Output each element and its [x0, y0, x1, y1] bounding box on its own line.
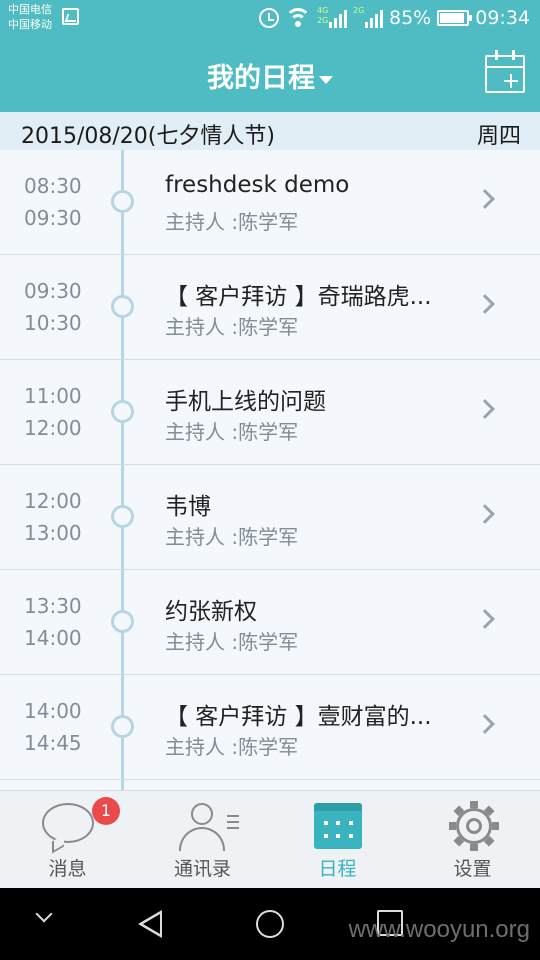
date-label: 2015/08/20(七夕情人节)	[21, 124, 275, 149]
battery-percent: 85%	[389, 7, 432, 29]
event-title: 韦博	[165, 494, 211, 520]
event-row[interactable]: 14:00 14:45 【 客户拜访 】壹财富的... 主持人 :陈学军	[0, 675, 540, 780]
chevron-right-icon	[475, 399, 495, 419]
event-end-time: 12:00	[24, 416, 82, 440]
event-row[interactable]: 09:30 10:30 【 客户拜访 】奇瑞路虎... 主持人 :陈学军	[0, 255, 540, 360]
alarm-icon	[259, 8, 279, 28]
event-end-time: 10:30	[24, 311, 82, 335]
timeline-dot-icon	[111, 400, 134, 423]
calendar-add-icon[interactable]	[485, 50, 525, 93]
caret-down-icon	[319, 75, 333, 84]
watermark: www.wooyun.org	[348, 916, 530, 943]
tab-label: 设置	[453, 858, 492, 880]
page-title-dropdown[interactable]: 我的日程	[0, 56, 540, 95]
chevron-right-icon	[475, 294, 495, 314]
wifi-icon	[285, 8, 311, 28]
calendar-icon	[314, 803, 362, 849]
event-host: 主持人 :陈学军	[165, 210, 299, 234]
gear-icon	[449, 801, 499, 851]
battery-icon	[437, 10, 473, 26]
event-title: 【 客户拜访 】壹财富的...	[165, 704, 432, 730]
chevron-right-icon	[475, 504, 495, 524]
status-icons: 4G 2G 2G 85% 09:34	[259, 4, 530, 32]
tab-contacts[interactable]: 通讯录	[135, 791, 270, 889]
event-start-time: 11:00	[24, 384, 82, 408]
event-end-time: 14:45	[24, 731, 82, 755]
contacts-icon	[177, 801, 239, 851]
net-tag-2: 2G	[353, 6, 365, 15]
event-start-time: 09:30	[24, 279, 82, 303]
hide-keyboard-icon[interactable]	[35, 905, 53, 923]
event-host: 主持人 :陈学军	[165, 630, 299, 654]
event-title: 约张新权	[165, 599, 257, 625]
chat-bubble-icon	[42, 803, 94, 843]
event-end-time: 09:30	[24, 206, 82, 230]
event-title: 手机上线的问题	[165, 389, 326, 415]
bottom-tab-bar: 1 消息 通讯录 日程 设置	[0, 790, 540, 888]
status-bar: 中国电信 中国移动 4G 2G 2G 85% 09:34	[0, 0, 540, 38]
carrier-names: 中国电信 中国移动	[8, 2, 52, 32]
signal-icon-sim2: 2G	[353, 6, 383, 30]
page-title: 我的日程	[207, 63, 315, 94]
event-start-time: 14:00	[24, 699, 82, 723]
event-row-partial[interactable]	[0, 780, 540, 790]
event-host: 主持人 :陈学军	[165, 525, 299, 549]
weekday-label: 周四	[476, 124, 521, 149]
event-host: 主持人 :陈学军	[165, 315, 299, 339]
event-row[interactable]: 13:30 14:00 约张新权 主持人 :陈学军	[0, 570, 540, 675]
clock: 09:34	[475, 7, 530, 29]
signal-icon-sim1: 4G 2G	[317, 6, 347, 30]
timeline-dot-icon	[111, 190, 134, 213]
event-start-time: 13:30	[24, 594, 82, 618]
event-row[interactable]: 08:30 09:30 freshdesk demo 主持人 :陈学军	[0, 150, 540, 255]
net-tag-top: 4G	[317, 6, 329, 15]
event-title: 【 客户拜访 】奇瑞路虎...	[165, 284, 432, 310]
chevron-right-icon	[475, 609, 495, 629]
date-header: 2015/08/20(七夕情人节) 周四	[0, 112, 540, 150]
event-start-time: 08:30	[24, 174, 82, 198]
timeline-dot-icon	[111, 610, 134, 633]
back-icon[interactable]	[138, 910, 162, 938]
gallery-notification-icon	[62, 8, 79, 25]
schedule-list[interactable]: 08:30 09:30 freshdesk demo 主持人 :陈学军 09:3…	[0, 150, 540, 790]
event-start-time: 12:00	[24, 489, 82, 513]
unread-badge: 1	[92, 797, 120, 825]
tab-settings[interactable]: 设置	[405, 791, 540, 889]
timeline-dot-icon	[111, 295, 134, 318]
carrier-1: 中国电信	[8, 3, 52, 16]
title-bar: 我的日程	[0, 38, 540, 112]
system-nav-bar: www.wooyun.org	[0, 888, 540, 960]
event-end-time: 14:00	[24, 626, 82, 650]
timeline-dot-icon	[111, 505, 134, 528]
chevron-right-icon	[475, 189, 495, 209]
net-tag-bottom: 2G	[317, 16, 329, 25]
tab-messages[interactable]: 1 消息	[0, 791, 135, 889]
tab-label: 日程	[318, 858, 357, 880]
home-icon[interactable]	[256, 910, 284, 938]
event-end-time: 13:00	[24, 521, 82, 545]
event-title: freshdesk demo	[165, 172, 350, 198]
event-host: 主持人 :陈学军	[165, 420, 299, 444]
event-row[interactable]: 12:00 13:00 韦博 主持人 :陈学军	[0, 465, 540, 570]
tab-label: 消息	[48, 858, 87, 880]
event-host: 主持人 :陈学军	[165, 735, 299, 759]
chevron-right-icon	[475, 714, 495, 734]
timeline-dot-icon	[111, 715, 134, 738]
event-row[interactable]: 11:00 12:00 手机上线的问题 主持人 :陈学军	[0, 360, 540, 465]
carrier-2: 中国移动	[8, 18, 52, 31]
tab-label: 通讯录	[173, 858, 231, 880]
tab-schedule[interactable]: 日程	[270, 791, 405, 889]
